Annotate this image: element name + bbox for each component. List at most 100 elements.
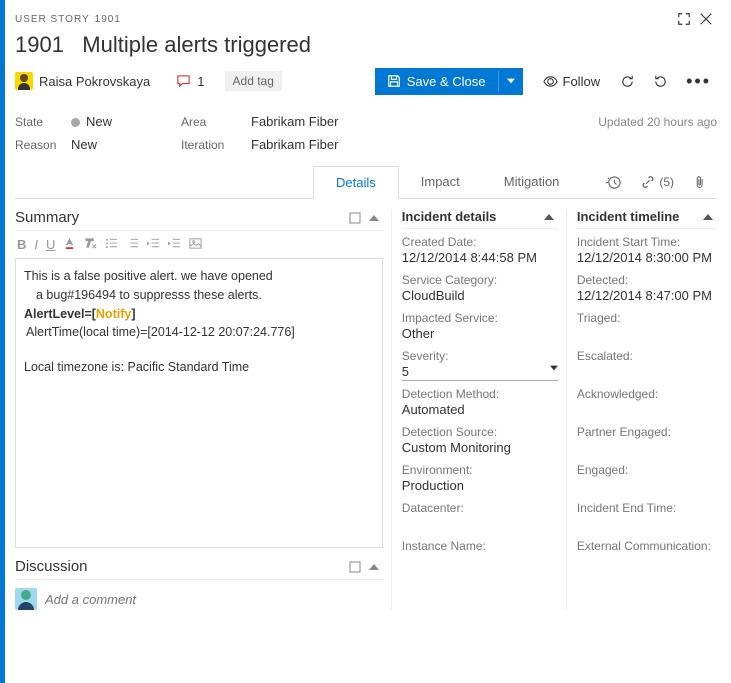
- instance-name-value: [402, 554, 558, 571]
- partner-engaged-value: [577, 440, 717, 457]
- incident-details-header: Incident details: [402, 209, 540, 224]
- incident-timeline-header: Incident timeline: [577, 209, 699, 224]
- assignee-name[interactable]: Raisa Pokrovskaya: [39, 74, 150, 89]
- reason-value[interactable]: New: [71, 137, 181, 152]
- discussion-maximize-icon[interactable]: [345, 559, 365, 575]
- rich-text-toolbar: B I U: [15, 231, 383, 258]
- work-item-type: USER STORY: [15, 14, 90, 25]
- acknowledged-value: [577, 402, 717, 419]
- instance-name-label: Instance Name:: [402, 539, 558, 553]
- acknowledged-label: Acknowledged:: [577, 387, 717, 401]
- work-item-title: Multiple alerts triggered: [82, 32, 311, 57]
- area-label: Area: [181, 115, 251, 129]
- links-icon[interactable]: (5): [631, 166, 684, 198]
- discussion-collapse-icon[interactable]: [365, 560, 383, 574]
- incident-end-label: Incident End Time:: [577, 501, 717, 515]
- font-color-button[interactable]: [63, 237, 76, 252]
- avatar: [15, 72, 33, 90]
- bulleted-list-button[interactable]: [105, 237, 118, 252]
- more-actions-icon[interactable]: •••: [680, 66, 717, 96]
- discussion-header: Discussion: [15, 558, 345, 575]
- indent-button[interactable]: [168, 237, 181, 252]
- engaged-label: Engaged:: [577, 463, 717, 477]
- incident-collapse-icon[interactable]: [540, 210, 558, 224]
- summary-maximize-icon[interactable]: [345, 210, 365, 226]
- datacenter-value: [402, 516, 558, 533]
- work-item-id: 1901: [15, 32, 64, 57]
- history-icon[interactable]: [596, 166, 631, 198]
- alert-level-value: Notify: [96, 307, 131, 321]
- detection-method-label: Detection Method:: [402, 387, 558, 401]
- area-value[interactable]: Fabrikam Fiber: [251, 114, 598, 129]
- avatar: [15, 588, 37, 610]
- detected-value: 12/12/2014 8:47:00 PM: [577, 288, 717, 305]
- incident-start-label: Incident Start Time:: [577, 235, 717, 249]
- incident-start-value: 12/12/2014 8:30:00 PM: [577, 250, 717, 267]
- state-value[interactable]: New: [71, 114, 181, 129]
- incident-end-value: [577, 516, 717, 533]
- tab-impact[interactable]: Impact: [399, 166, 482, 198]
- follow-label: Follow: [563, 74, 601, 89]
- summary-editor[interactable]: This is a false positive alert. we have …: [15, 258, 383, 548]
- updated-text: Updated 20 hours ago: [598, 115, 717, 129]
- italic-button[interactable]: I: [34, 237, 38, 252]
- editor-line: AlertTime(local time)=[2014-12-12 20:07:…: [24, 323, 374, 342]
- save-dropdown-icon[interactable]: [498, 71, 523, 91]
- summary-collapse-icon[interactable]: [365, 211, 383, 225]
- partner-engaged-label: Partner Engaged:: [577, 425, 717, 439]
- editor-line: This is a false positive alert. we have …: [24, 267, 374, 286]
- environment-value: Production: [402, 478, 558, 495]
- fullscreen-icon[interactable]: [673, 8, 695, 30]
- editor-line: AlertLevel=[: [24, 307, 96, 321]
- work-item-id-small: 1901: [95, 14, 121, 25]
- bold-button[interactable]: B: [17, 237, 26, 252]
- external-comm-label: External Communication:: [577, 539, 717, 553]
- created-date-value: 12/12/2014 8:44:58 PM: [402, 250, 558, 267]
- reason-label: Reason: [15, 138, 71, 152]
- insert-image-button[interactable]: [189, 237, 202, 252]
- underline-button[interactable]: U: [46, 237, 55, 252]
- refresh-icon[interactable]: [614, 68, 641, 95]
- add-tag-button[interactable]: Add tag: [225, 71, 282, 91]
- service-category-value: CloudBuild: [402, 288, 558, 305]
- iteration-value[interactable]: Fabrikam Fiber: [251, 137, 598, 152]
- editor-line: a bug#196494 to suppresss these alerts.: [24, 286, 374, 305]
- save-close-label: Save & Close: [407, 74, 486, 89]
- detection-source-value: Custom Monitoring: [402, 440, 558, 457]
- links-count: (5): [659, 175, 674, 189]
- tab-mitigation[interactable]: Mitigation: [482, 166, 582, 198]
- comment-input[interactable]: [45, 592, 383, 607]
- triaged-value: [577, 326, 717, 343]
- comments-icon[interactable]: [176, 74, 191, 89]
- escalated-label: Escalated:: [577, 349, 717, 363]
- severity-label: Severity:: [402, 349, 558, 363]
- impacted-service-value: Other: [402, 326, 558, 343]
- tab-details[interactable]: Details: [313, 166, 399, 199]
- follow-button[interactable]: Follow: [535, 69, 609, 94]
- external-comm-value: [577, 554, 717, 571]
- numbered-list-button[interactable]: [126, 237, 139, 252]
- escalated-value: [577, 364, 717, 381]
- summary-header: Summary: [15, 209, 345, 226]
- attachments-icon[interactable]: [684, 166, 717, 198]
- clear-format-button[interactable]: [84, 237, 97, 252]
- outdent-button[interactable]: [147, 237, 160, 252]
- timeline-collapse-icon[interactable]: [699, 210, 717, 224]
- close-icon[interactable]: [695, 8, 717, 30]
- detected-label: Detected:: [577, 273, 717, 287]
- triaged-label: Triaged:: [577, 311, 717, 325]
- detection-source-label: Detection Source:: [402, 425, 558, 439]
- iteration-label: Iteration: [181, 138, 251, 152]
- service-category-label: Service Category:: [402, 273, 558, 287]
- comments-count: 1: [197, 74, 204, 89]
- impacted-service-label: Impacted Service:: [402, 311, 558, 325]
- undo-icon[interactable]: [647, 68, 674, 95]
- editor-line: Local timezone is: Pacific Standard Time: [24, 358, 374, 377]
- created-date-label: Created Date:: [402, 235, 558, 249]
- engaged-value: [577, 478, 717, 495]
- save-close-button[interactable]: Save & Close: [375, 68, 523, 95]
- state-label: State: [15, 115, 71, 129]
- severity-select[interactable]: 5: [402, 364, 558, 381]
- environment-label: Environment:: [402, 463, 558, 477]
- detection-method-value: Automated: [402, 402, 558, 419]
